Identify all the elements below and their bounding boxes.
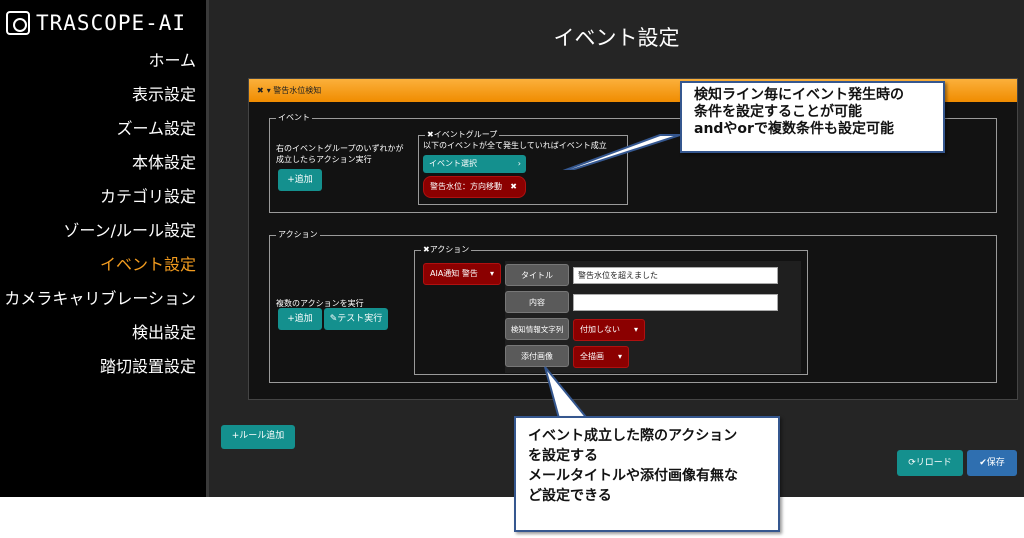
callout-top-line2: 条件を設定することが可能 <box>694 104 862 120</box>
sidebar-item-detection[interactable]: 検出設定 <box>0 318 200 352</box>
sidebar-item-device[interactable]: 本体設定 <box>0 148 200 182</box>
event-chip[interactable]: 警告水位：方向移動 ✖ <box>423 176 526 198</box>
rule-panel-title: 警告水位検知 <box>273 86 322 95</box>
sidebar-item-category[interactable]: カテゴリ設定 <box>0 182 200 216</box>
title-field-label: タイトル <box>505 264 569 286</box>
event-chip-label: 警告水位：方向移動 <box>430 182 502 191</box>
callout-bottom-line1: イベント成立した際のアクション <box>528 428 738 444</box>
action-add-button[interactable]: +追加 <box>278 308 322 330</box>
detect-info-dropdown[interactable]: 付加しない ▾ <box>573 319 645 341</box>
callout-top: 検知ライン毎にイベント発生時の 条件を設定することが可能 andやorで複数条件… <box>680 81 945 153</box>
detect-info-label: 検知情報文字列 <box>505 318 569 340</box>
reload-label: リロード <box>915 458 952 468</box>
logo: TRASCOPE-AI <box>6 8 186 38</box>
callout-bottom-line2: を設定する <box>528 448 598 464</box>
check-icon: ✔ <box>979 458 987 468</box>
action-group-legend: ✖アクション <box>421 244 472 256</box>
reload-button[interactable]: ⟳リロード <box>897 450 963 476</box>
close-icon[interactable]: ✖ <box>423 245 430 254</box>
sidebar-item-display[interactable]: 表示設定 <box>0 80 200 114</box>
callout-top-tail <box>562 134 681 170</box>
action-type-dropdown[interactable]: AIA通知 警告 ▾ <box>423 263 501 285</box>
image-value: 全描画 <box>580 352 604 361</box>
logo-text: TRASCOPE-AI <box>36 11 187 35</box>
event-description-line2: 成立したらアクション実行 <box>276 155 372 164</box>
action-fieldset: アクション 複数のアクションを実行 +追加 ✎テスト実行 ✖アクション AIA通… <box>269 229 997 383</box>
action-legend: アクション <box>276 229 320 241</box>
callout-bottom: イベント成立した際のアクション を設定する メールタイトルや添付画像有無な ど設… <box>514 416 780 532</box>
caret-down-icon: ▾ <box>633 325 638 334</box>
sidebar-nav: ホーム 表示設定 ズーム設定 本体設定 カテゴリ設定 ゾーン/ルール設定 イベン… <box>0 46 200 386</box>
action-group-legend-text: アクション <box>429 245 470 254</box>
sidebar-item-crossing[interactable]: 踏切設置設定 <box>0 352 200 386</box>
caret-down-icon: ▾ <box>489 269 494 278</box>
page-title: イベント設定 <box>553 26 680 50</box>
save-label: 保存 <box>986 458 1005 468</box>
callout-bottom-tail <box>544 366 592 422</box>
content-input[interactable] <box>573 294 778 311</box>
callout-bottom-line4: ど設定できる <box>528 488 612 504</box>
sidebar-item-calibration[interactable]: カメラキャリブレーション <box>0 284 200 318</box>
event-description-line1: 右のイベントグループのいずれかが <box>276 144 404 153</box>
title-input[interactable]: 警告水位を超えました <box>573 267 778 284</box>
event-select-label: イベント選択 <box>429 159 477 168</box>
close-icon[interactable]: ✖ <box>257 86 264 95</box>
callout-bottom-line3: メールタイトルや添付画像有無な <box>528 468 738 484</box>
detect-info-value: 付加しない <box>580 325 620 334</box>
action-group-fieldset: ✖アクション AIA通知 警告 ▾ タイトル 警告水位を超えました 内容 検知情報… <box>414 244 808 375</box>
callout-top-line1: 検知ライン毎にイベント発生時の <box>694 87 904 103</box>
close-icon[interactable]: ✖ <box>427 130 434 139</box>
sidebar: TRASCOPE-AI ホーム 表示設定 ズーム設定 本体設定 カテゴリ設定 ゾ… <box>0 0 206 497</box>
caret-down-icon: ▾ <box>617 352 622 361</box>
save-button[interactable]: ✔保存 <box>967 450 1017 476</box>
reload-icon: ⟳ <box>908 458 916 468</box>
sidebar-item-home[interactable]: ホーム <box>0 46 200 80</box>
logo-icon <box>6 11 30 35</box>
event-add-button[interactable]: +追加 <box>278 169 322 191</box>
action-form: タイトル 警告水位を超えました 内容 検知情報文字列 付加しない ▾ 添付画像 全… <box>505 261 801 373</box>
callout-top-line3: andやorで複数条件も設定可能 <box>694 121 894 137</box>
content-field-label: 内容 <box>505 291 569 313</box>
remove-icon[interactable]: ✖ <box>510 177 517 197</box>
event-description: 右のイベントグループのいずれかが 成立したらアクション実行 <box>276 143 426 165</box>
sidebar-item-zone-rule[interactable]: ゾーン/ルール設定 <box>0 216 200 250</box>
sidebar-item-zoom[interactable]: ズーム設定 <box>0 114 200 148</box>
event-legend: イベント <box>276 112 312 124</box>
event-group-legend-text: イベントグループ <box>433 130 498 139</box>
sidebar-item-event[interactable]: イベント設定 <box>0 250 200 284</box>
test-run-button[interactable]: ✎テスト実行 <box>324 308 388 330</box>
add-rule-button[interactable]: +ルール追加 <box>221 425 295 449</box>
test-run-label: テスト実行 <box>337 314 383 324</box>
action-type-label: AIA通知 警告 <box>430 269 478 278</box>
